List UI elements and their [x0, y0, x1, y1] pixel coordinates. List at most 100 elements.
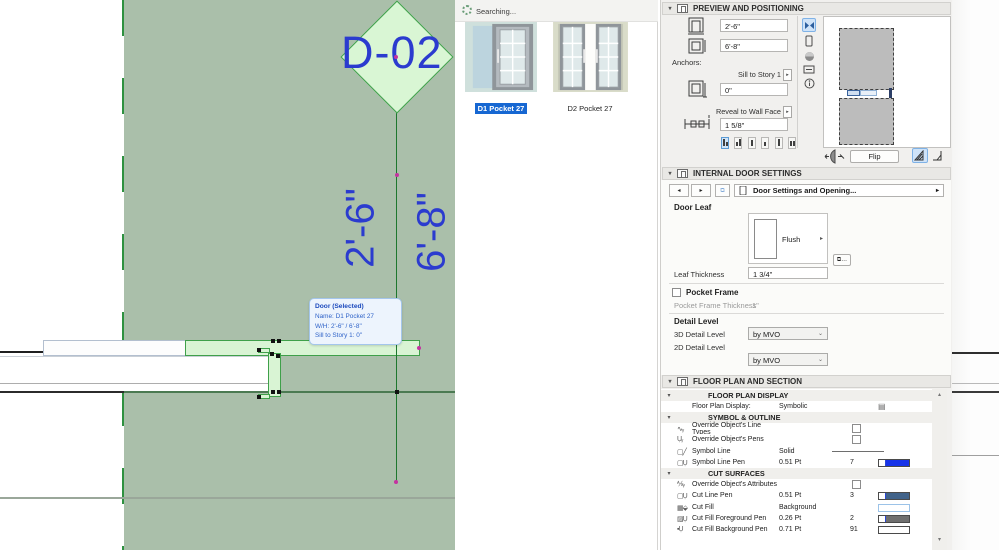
scroll-down-icon[interactable]: ▾ [932, 536, 947, 543]
collapse-triangle-icon[interactable]: ▾ [663, 378, 677, 385]
section-header-floorplan[interactable]: ▾ FLOOR PLAN AND SECTION [662, 375, 951, 388]
group-triangle-icon[interactable]: ▾ [661, 470, 677, 477]
pen-swatch-91[interactable] [878, 525, 910, 534]
door-thumbnail-d1[interactable]: D1 Pocket 27 [463, 21, 539, 116]
2d-detail-level-select[interactable]: by MVO ⌄ [748, 353, 828, 366]
leaf-copy-button[interactable]: ⧉… [833, 254, 851, 266]
door-width-field[interactable]: 2'-6" [720, 19, 788, 32]
row-cut-fill-bg-pen[interactable]: ▪Ụ Cut Fill Background Pen 0.71 Pt 91 [661, 524, 932, 535]
dimension-marker-icon [803, 65, 815, 73]
pen-swatch-3[interactable] [878, 491, 910, 500]
search-status-text: Searching... [476, 7, 517, 16]
anchor-option-button[interactable] [747, 137, 756, 149]
nav-previous-button[interactable]: ◂ [669, 184, 689, 197]
sill-anchor-label[interactable]: Sill to Story 1 [701, 70, 781, 79]
door-settings-page-dropdown[interactable]: Door Settings and Opening... ▸ [734, 184, 944, 197]
scroll-up-icon[interactable]: ▴ [932, 391, 947, 398]
view-info-button[interactable] [802, 76, 816, 90]
row-value[interactable]: Background [779, 504, 850, 511]
row-floor-plan-display[interactable]: Floor Plan Display: Symbolic ▤ [661, 401, 932, 412]
selection-handle[interactable] [395, 390, 399, 394]
anchor-option-button[interactable] [721, 137, 729, 149]
collapse-triangle-icon[interactable]: ▾ [663, 170, 677, 177]
fg-pen-icon: ▨Ụ [677, 515, 688, 523]
sill-value-field[interactable]: 0" [720, 83, 788, 96]
hotspot[interactable] [394, 55, 398, 59]
hotspot[interactable] [417, 346, 421, 350]
row-override-pens[interactable]: Ụᵧ Override Object's Pens [661, 434, 932, 445]
group-triangle-icon[interactable]: ▾ [661, 414, 677, 421]
row-cut-fill[interactable]: ▦⬙ Cut Fill Background [661, 502, 932, 513]
pen-swatch-2[interactable] [878, 514, 910, 523]
view-dimensions-button[interactable] [802, 62, 816, 76]
section-header-internal[interactable]: ▾ INTERNAL DOOR SETTINGS [662, 167, 951, 180]
pocket-frame-checkbox[interactable] [672, 288, 681, 297]
door-settings-panel: ▾ PREVIEW AND POSITIONING 2'-6" 6'-8" An… [660, 0, 952, 550]
door-thumbnail-d1-label[interactable]: D1 Pocket 27 [474, 103, 528, 114]
row-override-line-types[interactable]: ∿ᵧ Override Object's Line Types [661, 422, 932, 436]
row-cut-line-pen[interactable]: ▢Ụ Cut Line Pen 0.51 Pt 3 [661, 490, 932, 501]
floorplan-section-icon [677, 377, 688, 386]
pocket-cavity[interactable] [43, 340, 186, 356]
collapse-triangle-icon[interactable]: ▾ [663, 5, 677, 12]
hotspot[interactable] [394, 480, 398, 484]
selection-handle[interactable] [271, 390, 275, 394]
floor-plan-canvas[interactable]: D-02 2'-6" 6'-8" Door (Selected) Name: D… [0, 0, 455, 550]
view-3d-button[interactable] [802, 49, 816, 63]
reveal-value-field[interactable]: 1 5/8" [720, 118, 788, 131]
door-thumbnail-d2[interactable]: D2 Pocket 27 [550, 21, 630, 116]
flip-button[interactable]: Flip [850, 150, 899, 163]
pocket-frame-thickness-value: 1" [752, 301, 759, 310]
selection-handle[interactable] [277, 390, 281, 394]
ellipsis-icon: … [841, 257, 848, 263]
row-symbol-line-pen[interactable]: ▢Ụ Symbol Line Pen 0.51 Pt 7 [661, 457, 932, 468]
door-thumbnail-d2-label[interactable]: D2 Pocket 27 [564, 103, 615, 114]
threshold-option-a-button[interactable] [912, 148, 928, 163]
group-floor-plan-display[interactable]: ▾ FLOOR PLAN DISPLAY [661, 390, 932, 401]
line-type-preview[interactable] [832, 451, 884, 452]
anchor-option-button[interactable] [788, 137, 797, 149]
object-search-panel: Searching... D1 Pocket 27 D2 Pocket 27 [455, 0, 658, 550]
section-header-preview[interactable]: ▾ PREVIEW AND POSITIONING [662, 2, 951, 15]
selection-handle[interactable] [257, 395, 261, 399]
3d-detail-level-select[interactable]: by MVO ⌄ [748, 327, 828, 340]
anchor-option-button[interactable] [761, 137, 770, 149]
group-triangle-icon[interactable]: ▾ [661, 392, 677, 399]
selection-handle[interactable] [257, 348, 261, 352]
anchor-option-button[interactable] [774, 137, 783, 149]
nav-next-button[interactable]: ▸ [691, 184, 711, 197]
override-line-types-checkbox[interactable] [852, 424, 861, 433]
row-symbol-line[interactable]: ▢╱ Symbol Line Solid [661, 446, 932, 457]
leaf-thickness-field[interactable]: 1 3/4" [748, 267, 828, 279]
row-override-attributes[interactable]: ⅍ᵧ Override Object's Attributes [661, 479, 932, 490]
override-attributes-checkbox[interactable] [852, 480, 861, 489]
pen-swatch-7[interactable] [878, 458, 910, 467]
selection-handle[interactable] [276, 354, 280, 358]
hotspot[interactable] [395, 173, 399, 177]
tooltip-name: Name: D1 Pocket 27 [315, 312, 374, 320]
positioning-preview[interactable] [823, 16, 951, 148]
reveal-anchor-popup-button[interactable]: ▸ [783, 106, 792, 118]
tooltip-wh: W/H: 2'-6" / 6'-8" [315, 322, 362, 330]
info-tooltip: Door (Selected) Name: D1 Pocket 27 W/H: … [309, 298, 402, 345]
selection-handle[interactable] [270, 352, 274, 356]
reveal-anchor-label[interactable]: Reveal to Wall Face [701, 107, 781, 116]
view-elevation-button[interactable] [802, 34, 816, 48]
selection-handle[interactable] [277, 339, 281, 343]
sill-anchor-popup-button[interactable]: ▸ [783, 69, 792, 81]
leaf-style-preview[interactable]: Flush ▸ [748, 213, 828, 264]
list-scrollbar[interactable]: ▴ ▾ [932, 389, 947, 550]
wall-line [952, 455, 999, 456]
group-cut-surfaces[interactable]: ▾ CUT SURFACES [661, 468, 932, 479]
threshold-option-b-button[interactable] [930, 148, 946, 163]
row-cut-fill-fg-pen[interactable]: ▨Ụ Cut Fill Foreground Pen 0.26 Pt 2 [661, 513, 932, 524]
cut-fill-swatch[interactable] [878, 503, 910, 512]
row-value[interactable]: Symbolic [779, 403, 850, 410]
override-pens-checkbox[interactable] [852, 435, 861, 444]
door-height-field[interactable]: 6'-8" [720, 39, 788, 52]
anchor-option-button[interactable] [734, 137, 743, 149]
selection-handle[interactable] [271, 339, 275, 343]
canvas-right-strip[interactable] [952, 0, 999, 550]
transfer-settings-button[interactable]: ⧉ [715, 184, 730, 197]
view-plan-symbol-button[interactable] [802, 18, 816, 32]
